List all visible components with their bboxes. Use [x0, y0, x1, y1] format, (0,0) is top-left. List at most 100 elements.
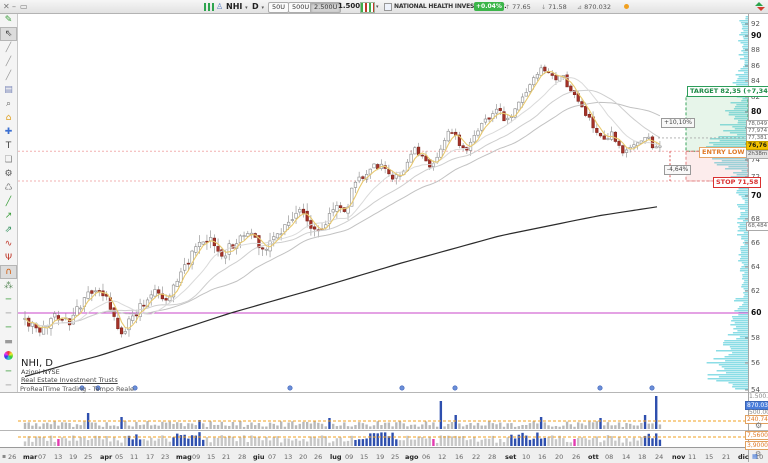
arrow-up-icon: ↑: [505, 4, 510, 11]
symbol-label: NHI: [226, 2, 242, 11]
time-axis-day: 15: [705, 453, 713, 461]
hline-2-icon[interactable]: ─: [0, 307, 17, 321]
time-axis-month: ott: [588, 453, 599, 461]
color-wheel-icon[interactable]: [0, 351, 17, 365]
price-tick: 70: [751, 192, 761, 200]
nodes-icon[interactable]: ⁂: [0, 279, 17, 293]
price-tick: 86: [751, 62, 760, 70]
time-axis-month: nov: [672, 453, 685, 461]
time-axis-day: 19: [69, 453, 77, 461]
chart-type-caret-icon[interactable]: ▾: [376, 4, 379, 10]
time-axis-day: 15: [360, 453, 368, 461]
axis-corner-icon: ▪: [2, 453, 6, 460]
volume-panel-gear-icon[interactable]: ⚙: [755, 422, 762, 430]
time-axis-day: 11: [130, 453, 138, 461]
restore-icon[interactable]: ▭: [20, 1, 28, 12]
price-tick: 58: [751, 334, 760, 342]
pitchfork-icon[interactable]: Ψ: [0, 251, 17, 265]
drawing-toolbar: ✎⇖╱╱╱▤⌕⌂✚T❏⚙♺╱↗⇗∿Ψ∩⁂───▬──: [0, 13, 18, 392]
parallel-lines-1-icon[interactable]: ╱: [0, 41, 17, 55]
settings-gear-icon[interactable]: ⚙: [0, 167, 17, 181]
time-axis-day: 09: [192, 453, 200, 461]
time-axis-day: 23: [161, 453, 169, 461]
panel-separator: [0, 430, 768, 431]
hline-1-icon[interactable]: ─: [0, 293, 17, 307]
symbol-info: NHI, D Azioni NYSE Real Estate Investmen…: [21, 358, 118, 384]
change-badge: +0.04%: [474, 2, 504, 11]
session-high: ↑ 77.65: [505, 3, 531, 11]
detach-window-icon[interactable]: [384, 3, 392, 11]
zoom-icon[interactable]: ⌕: [0, 97, 17, 111]
axis-settings-icon[interactable]: ▦: [752, 453, 758, 460]
notes-icon[interactable]: ▤: [0, 83, 17, 97]
time-axis-month: ago: [405, 453, 419, 461]
time-axis-day: 21: [222, 453, 230, 461]
time-axis-day: 11: [688, 453, 696, 461]
platform-label: ProRealTime Trading - Tempo Reale: [20, 385, 134, 393]
time-axis-month: set: [505, 453, 516, 461]
status-dot: [624, 4, 629, 9]
target-order-label[interactable]: TARGET 82,35 (+7,34%): [687, 86, 768, 97]
hline-3-icon[interactable]: ─: [0, 321, 17, 335]
volume-scale-tick: 1.500.000: [749, 393, 768, 400]
hline-5-icon[interactable]: ─: [0, 379, 17, 393]
time-axis-day: 26: [572, 453, 580, 461]
stop-order-label[interactable]: STOP 71,58: [713, 177, 761, 188]
price-tick: 56: [751, 359, 760, 367]
parallel-lines-3-icon[interactable]: ╱: [0, 69, 17, 83]
time-axis-day: 18: [638, 453, 646, 461]
close-icon[interactable]: ✕: [3, 1, 10, 12]
time-axis-day: 20: [555, 453, 563, 461]
minimize-icon[interactable]: –: [12, 1, 16, 12]
price-tick: 80: [751, 108, 761, 116]
timeframe-label: D: [252, 2, 259, 11]
stats-bars-icon[interactable]: [204, 3, 214, 11]
market-updown-icon[interactable]: [754, 2, 764, 11]
trend-line-icon[interactable]: ╱: [0, 195, 17, 209]
time-axis-month: lug: [330, 453, 342, 461]
alert-bell-icon[interactable]: ⌂: [0, 111, 17, 125]
draw-pencil-icon[interactable]: ✎: [0, 13, 17, 27]
indicator-value-badge: 3,9000: [745, 441, 768, 450]
user-icon[interactable]: ♙: [216, 1, 223, 12]
time-axis-day: 19: [376, 453, 384, 461]
ma200-value-badge: 68,484: [746, 222, 768, 231]
time-axis-day: 26: [8, 453, 16, 461]
symbol-sector-link[interactable]: Real Estate Investment Trusts: [21, 377, 118, 385]
price-tick: 92: [751, 20, 760, 28]
time-axis-day: 24: [655, 453, 663, 461]
move-icon[interactable]: ✚: [0, 125, 17, 139]
hline-4-icon[interactable]: ─: [0, 365, 17, 379]
time-axis-month: apr: [100, 453, 112, 461]
symbol-selector[interactable]: NHI ▾: [226, 1, 248, 14]
time-axis-day: 07: [38, 453, 46, 461]
time-axis-day: 14: [622, 453, 630, 461]
cursor-pointer-icon[interactable]: ⇖: [0, 27, 17, 41]
timeframe-selector[interactable]: D ▾: [252, 1, 264, 14]
arrow-icon[interactable]: ⇗: [0, 223, 17, 237]
elliott-wave-icon[interactable]: ∿: [0, 237, 17, 251]
high-value: 77.65: [512, 3, 531, 11]
units-2500-button[interactable]: 2.500U: [310, 2, 341, 13]
time-axis-day: 13: [54, 453, 62, 461]
units-50-button[interactable]: 50U: [268, 2, 289, 13]
indicator-value-badge: 7,5600: [745, 431, 768, 440]
candle-countdown-badge: 2h38m: [746, 150, 768, 159]
delete-trash-icon[interactable]: ♺: [0, 181, 17, 195]
rect-zone-icon[interactable]: ▬: [0, 335, 17, 349]
text-icon[interactable]: T: [0, 139, 17, 153]
copy-icon[interactable]: ❏: [0, 153, 17, 167]
time-axis-day: 05: [115, 453, 123, 461]
price-tick: 84: [751, 77, 760, 85]
time-axis-day: 28: [238, 453, 246, 461]
parallel-lines-2-icon[interactable]: ╱: [0, 55, 17, 69]
chevron-down-icon: ▾: [245, 5, 248, 11]
chevron-down-icon: ▾: [261, 5, 264, 11]
last-price-badge: 76,76: [746, 141, 768, 150]
segment-icon[interactable]: ↗: [0, 209, 17, 223]
time-axis-day: 16: [455, 453, 463, 461]
price-tick: 64: [751, 263, 760, 271]
chart-type-icon[interactable]: [360, 2, 375, 13]
time-axis-day: 22: [472, 453, 480, 461]
magnet-icon[interactable]: ∩: [0, 265, 17, 279]
